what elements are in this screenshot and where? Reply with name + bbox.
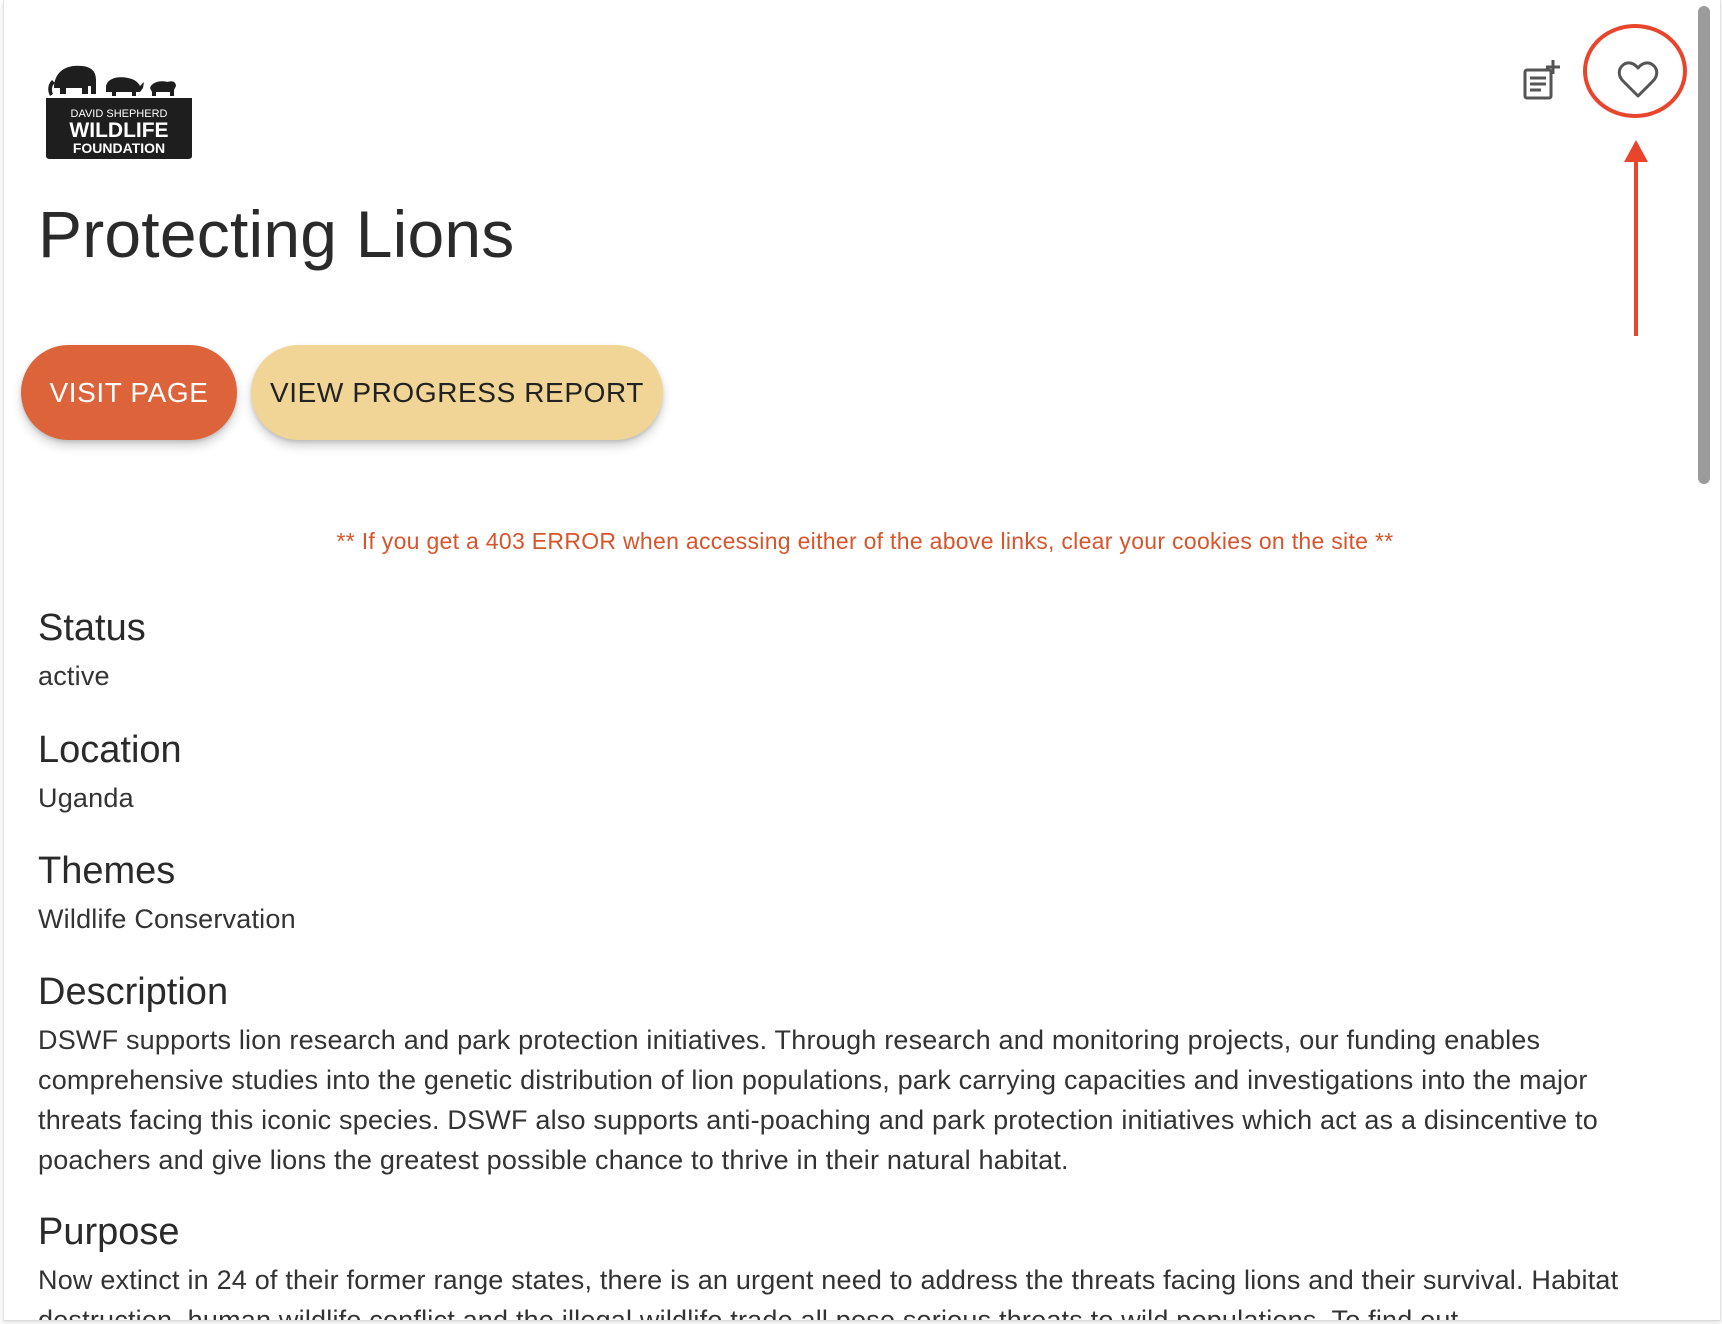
view-progress-report-button[interactable]: VIEW PROGRESS REPORT (251, 345, 663, 440)
heart-outline-icon (1617, 61, 1659, 98)
location-heading: Location (38, 729, 182, 771)
description-section: Description DSWF supports lion research … (38, 970, 1678, 1180)
note-add-icon (1523, 60, 1560, 100)
scrollbar-thumb[interactable] (1698, 6, 1710, 484)
visit-page-button[interactable]: VISIT PAGE (21, 345, 237, 440)
status-heading: Status (38, 607, 146, 649)
favorite-button[interactable] (1610, 52, 1666, 108)
description-text: DSWF supports lion research and park pro… (38, 1025, 1598, 1175)
description-heading: Description (38, 971, 229, 1013)
logo-graphic: DAVID SHEPHERD WILDLIFE FOUNDATION (46, 65, 192, 159)
themes-section: Themes Wildlife Conservation (38, 849, 1678, 939)
svg-text:WILDLIFE: WILDLIFE (69, 119, 168, 142)
location-value: Uganda (38, 783, 134, 813)
add-note-button[interactable] (1514, 52, 1570, 108)
themes-heading: Themes (38, 850, 176, 892)
dswf-logo[interactable]: DAVID SHEPHERD WILDLIFE FOUNDATION (44, 58, 194, 160)
themes-value: Wildlife Conservation (38, 904, 296, 934)
purpose-section: Purpose Now extinct in 24 of their forme… (38, 1210, 1678, 1321)
app-window: DAVID SHEPHERD WILDLIFE FOUNDATION Prote… (3, 0, 1721, 1321)
status-value: active (38, 661, 110, 691)
location-section: Location Uganda (38, 728, 1678, 818)
purpose-text: Now extinct in 24 of their former range … (38, 1265, 1619, 1321)
svg-text:FOUNDATION: FOUNDATION (73, 140, 165, 156)
purpose-heading: Purpose (38, 1211, 180, 1253)
status-section: Status active (38, 606, 1678, 696)
page-title: Protecting Lions (38, 197, 515, 271)
cookie-warning: ** If you get a 403 ERROR when accessing… (336, 528, 1394, 554)
annotation-arrow-icon (1624, 140, 1648, 336)
